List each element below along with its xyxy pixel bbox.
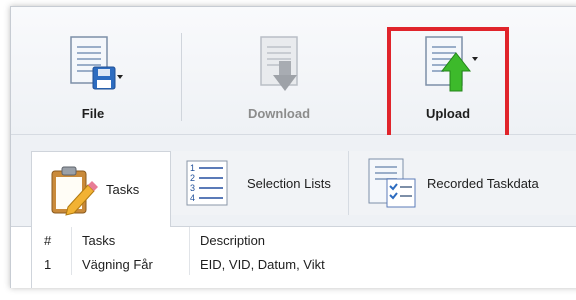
app-window: File Download Upload Tasks 1 2 3 4 Selec… — [10, 6, 576, 288]
column-header-tasks[interactable]: Tasks — [72, 227, 190, 253]
tab-recorded-taskdata-label: Recorded Taskdata — [427, 175, 539, 191]
checklist-document-icon — [368, 158, 416, 208]
download-button-label: Download — [247, 106, 311, 121]
clipboard-pencil-icon — [51, 166, 98, 216]
ribbon-toolbar: File Download Upload — [11, 7, 576, 147]
tab-tasks-label: Tasks — [106, 182, 140, 197]
tab-recorded-taskdata[interactable]: Recorded Taskdata — [349, 151, 576, 215]
row-number-cell: 1 — [32, 253, 72, 275]
numbered-list-icon: 1234 — [186, 160, 228, 206]
tab-tasks[interactable]: Tasks — [31, 151, 171, 227]
svg-text:2: 2 — [190, 173, 195, 183]
tasks-table: # Tasks Description 1 Vägning Får EID, V… — [31, 227, 576, 288]
download-button[interactable]: Download — [229, 35, 329, 121]
file-button-label: File — [81, 106, 105, 121]
file-button[interactable]: File — [53, 35, 133, 121]
row-description-cell: EID, VID, Datum, Vikt — [200, 256, 325, 272]
row-task-cell: Vägning Får — [72, 253, 190, 275]
tab-bar: Tasks 1234 Selection Lists Recorded Task… — [11, 135, 576, 227]
svg-text:4: 4 — [190, 193, 195, 203]
tab-selection-lists[interactable]: 1234 Selection Lists — [171, 151, 349, 215]
table-header: # Tasks Description — [32, 227, 576, 253]
download-icon — [260, 36, 298, 91]
column-header-description[interactable]: Description — [190, 227, 576, 253]
svg-text:3: 3 — [190, 183, 195, 193]
upload-highlight-box — [387, 27, 509, 147]
svg-text:1: 1 — [190, 163, 195, 173]
tab-selection-lists-label: Selection Lists — [247, 175, 331, 191]
column-header-number[interactable]: # — [32, 227, 72, 253]
table-row[interactable]: 1 Vägning Får EID, VID, Datum, Vikt — [32, 253, 576, 275]
file-save-icon — [70, 36, 123, 90]
toolbar-separator — [181, 33, 182, 121]
